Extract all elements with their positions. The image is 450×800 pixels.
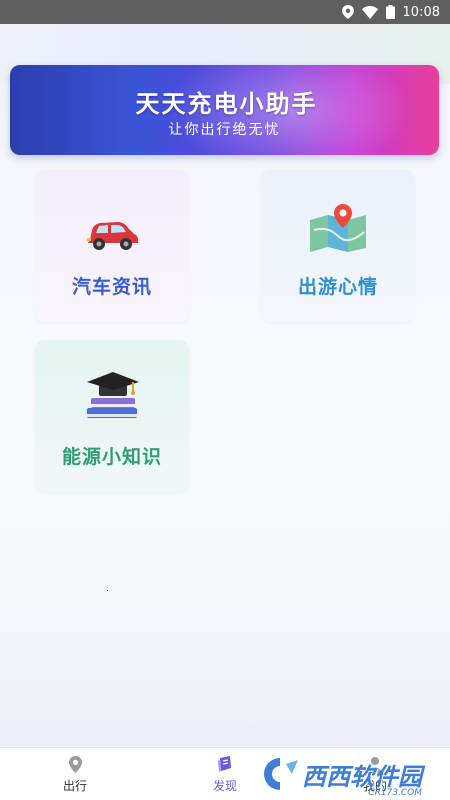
app-banner: 天天充电小助手 让你出行绝无忧 <box>10 65 439 155</box>
card-travel-mood[interactable]: 出游心情 <box>261 170 415 322</box>
car-icon <box>84 202 140 252</box>
watermark-logo-icon <box>264 758 298 790</box>
status-bar: 10:08 <box>0 0 450 24</box>
battery-icon <box>385 5 395 19</box>
watermark-url: CR173.COM <box>368 788 422 798</box>
tab-label: 发现 <box>212 779 237 793</box>
card-label: 能源小知识 <box>61 446 162 468</box>
tab-travel[interactable]: 出行 <box>0 748 150 800</box>
graduation-books-icon <box>81 372 143 422</box>
map-pin-icon <box>308 202 368 252</box>
card-label: 汽车资讯 <box>71 276 152 298</box>
banner-title: 天天充电小助手 <box>135 90 318 118</box>
card-energy-knowledge[interactable]: 能源小知识 <box>35 340 189 492</box>
banner-subtitle: 让你出行绝无忧 <box>168 122 281 138</box>
discover-icon <box>217 754 233 774</box>
wifi-icon <box>361 5 378 19</box>
location-pin-icon <box>68 754 82 774</box>
tab-label: 出行 <box>62 779 87 793</box>
stray-dot <box>107 590 108 591</box>
card-car-news[interactable]: 汽车资讯 <box>35 170 189 322</box>
status-time: 10:08 <box>402 4 440 20</box>
card-label: 出游心情 <box>297 276 378 298</box>
watermark-text: 西西软件园 <box>302 762 422 791</box>
location-icon <box>341 5 354 19</box>
